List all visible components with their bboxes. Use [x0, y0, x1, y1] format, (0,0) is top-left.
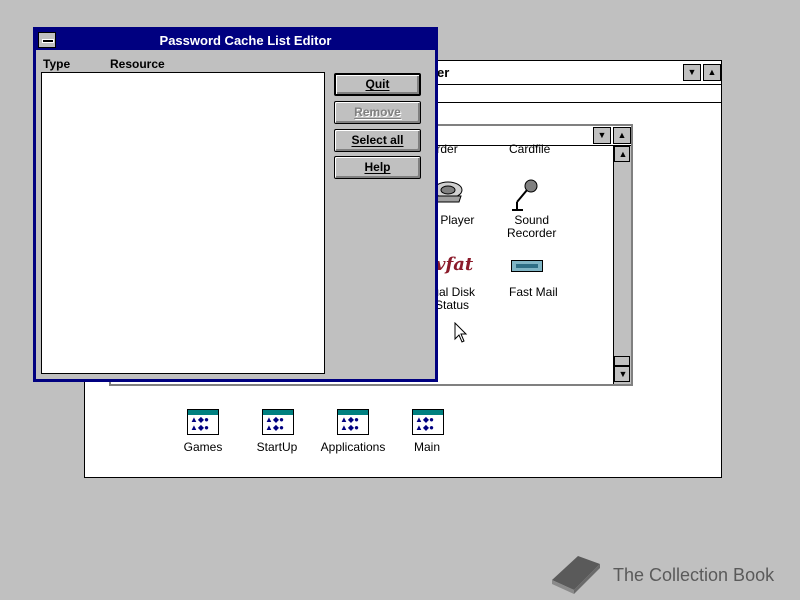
password-cache-titlebar[interactable]: Password Cache List Editor [36, 30, 435, 50]
fast-mail-item[interactable]: Fast Mail [509, 286, 558, 299]
main-label: Main [413, 440, 440, 454]
group-minimize-button[interactable]: ▼ [593, 127, 611, 144]
applications-label: Applications [320, 440, 386, 454]
sound-recorder-item[interactable]: Sound Recorder [507, 214, 556, 240]
sound-recorder-label: Sound Recorder [507, 213, 557, 240]
help-button[interactable]: Help [334, 156, 421, 179]
minimize-button[interactable]: ▼ [683, 64, 701, 81]
group-vertical-scrollbar[interactable]: ▲ ▼ [613, 146, 631, 384]
program-group-icon: ▲◆● ▲◆● [337, 409, 369, 435]
select-all-button[interactable]: Select all [334, 129, 421, 152]
program-group-icon: ▲◆● ▲◆● [187, 409, 219, 435]
remove-button[interactable]: Remove [334, 101, 421, 124]
password-cache-editor-window: Password Cache List Editor Type Resource… [33, 27, 438, 382]
vfat-icon[interactable]: vfat [435, 254, 473, 275]
vfat-icon-text: vfat [435, 254, 474, 275]
games-group-icon[interactable]: ▲◆● ▲◆● [187, 409, 219, 435]
quit-button[interactable]: Quit [334, 73, 421, 96]
mouse-cursor-icon [454, 321, 468, 347]
down-arrow-icon: ▼ [597, 130, 607, 140]
main-group-icon[interactable]: ▲◆● ▲◆● [412, 409, 444, 435]
password-entry-list[interactable] [41, 72, 325, 374]
startup-group-icon[interactable]: ▲◆● ▲◆● [262, 409, 294, 435]
group-maximize-button[interactable]: ▲ [613, 127, 631, 144]
fast-mail-icon[interactable] [511, 260, 543, 272]
up-arrow-icon: ▲ [617, 130, 627, 140]
column-header-resource: Resource [110, 57, 165, 71]
up-arrow-icon: ▲ [707, 67, 717, 77]
startup-label: StartUp [256, 440, 298, 454]
fast-mail-label: Fast Mail [509, 285, 558, 299]
scroll-thumb[interactable] [614, 356, 630, 366]
cardfile-item[interactable]: Cardfile [509, 143, 550, 156]
program-group-icon: ▲◆● ▲◆● [262, 409, 294, 435]
scroll-down-button[interactable]: ▼ [614, 366, 630, 382]
games-label: Games [183, 440, 223, 454]
program-manager-title: er [437, 65, 450, 80]
column-header-type: Type [43, 57, 71, 71]
up-arrow-icon: ▲ [618, 149, 628, 159]
microphone-icon[interactable] [509, 178, 543, 215]
book-icon [548, 552, 602, 599]
maximize-button[interactable]: ▲ [703, 64, 721, 81]
cardfile-label: Cardfile [509, 142, 551, 156]
program-group-icon: ▲◆● ▲◆● [412, 409, 444, 435]
scroll-up-button[interactable]: ▲ [614, 146, 630, 162]
watermark-text: The Collection Book [613, 565, 775, 585]
down-arrow-icon: ▼ [687, 67, 697, 77]
applications-group-icon[interactable]: ▲◆● ▲◆● [337, 409, 369, 435]
down-arrow-icon: ▼ [618, 369, 628, 379]
window-title: Password Cache List Editor [159, 33, 332, 48]
